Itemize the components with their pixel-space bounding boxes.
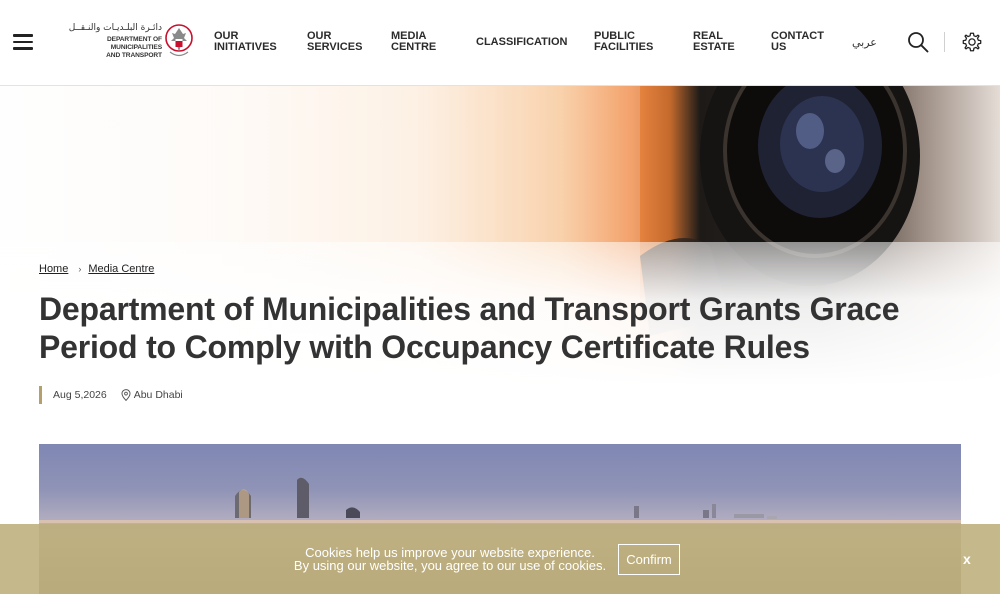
article-location: Abu Dhabi [121,389,183,401]
site-header: دائـرة البلـديـات والنـقــل DEPARTMENT O… [0,0,1000,86]
cookie-banner: Cookies help us improve your website exp… [0,524,1000,594]
nav-our-services[interactable]: OUR SERVICES [307,31,362,53]
breadcrumb-media-centre[interactable]: Media Centre [88,263,154,275]
search-icon[interactable] [907,31,929,53]
nav-real-estate[interactable]: REAL ESTATE [693,31,735,53]
cookie-message-line2: By using our website, you agree to our u… [293,558,607,573]
nav-our-initiatives[interactable]: OUR INITIATIVES [214,31,277,53]
hamburger-menu-icon[interactable] [13,34,33,50]
nav-classification[interactable]: CLASSIFICATION [476,37,567,48]
article-date: Aug 5,2026 [53,389,107,401]
header-divider [944,32,945,52]
cookie-message: Cookies help us improve your website exp… [270,546,630,572]
logo-english-line2: AND TRANSPORT [106,52,162,59]
article-title: Department of Municipalities and Transpo… [39,291,900,365]
chevron-right-icon: › [78,264,82,274]
nav-contact-us[interactable]: CONTACT US [771,31,824,53]
close-icon[interactable]: x [963,551,971,567]
dmt-logo[interactable]: دائـرة البلـديـات والنـقــل DEPARTMENT O… [58,22,194,64]
logo-arabic-text: دائـرة البلـديـات والنـقــل [68,23,162,33]
nav-public-facilities[interactable]: PUBLIC FACILITIES [594,31,653,53]
logo-wordmark: دائـرة البلـديـات والنـقــل DEPARTMENT O… [58,22,162,60]
nav-media-centre[interactable]: MEDIA CENTRE [391,31,436,53]
breadcrumb-home[interactable]: Home [39,263,68,275]
article-location-text: Abu Dhabi [133,389,183,401]
location-pin-icon [121,389,131,401]
gear-icon[interactable] [961,31,983,53]
breadcrumb: Home › Media Centre [39,263,154,275]
falcon-emblem-icon [165,24,193,57]
article-meta: Aug 5,2026 Abu Dhabi [39,386,183,404]
language-toggle[interactable]: عربي [852,36,877,49]
cookie-confirm-button[interactable]: Confirm [618,544,680,575]
logo-english-line1: DEPARTMENT OF MUNICIPALITIES [107,36,162,51]
